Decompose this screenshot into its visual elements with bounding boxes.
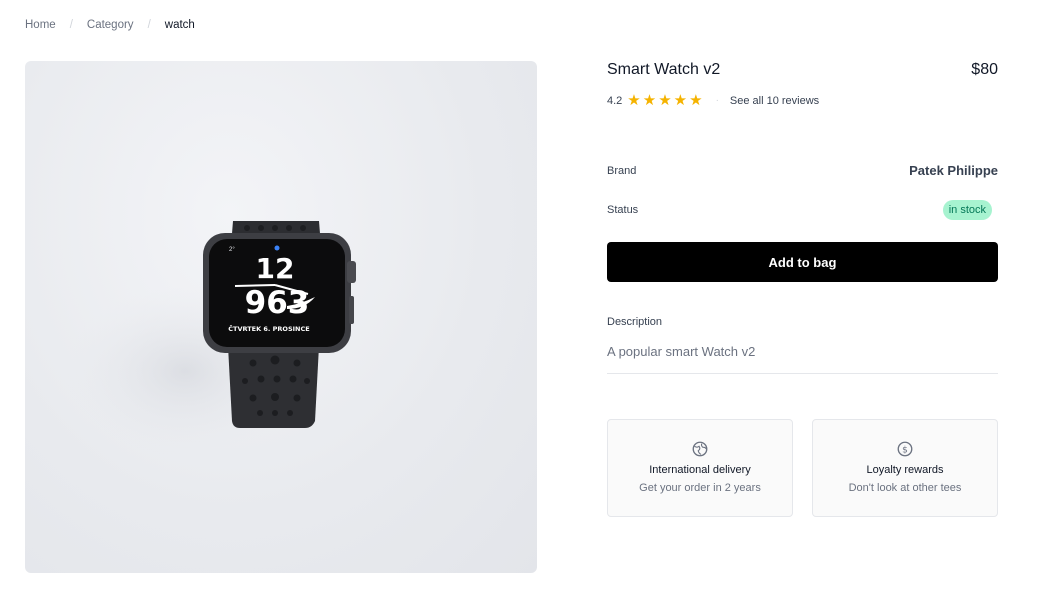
description-text: A popular smart Watch v2 bbox=[607, 344, 998, 374]
breadcrumb-home[interactable]: Home bbox=[25, 19, 56, 31]
globe-icon bbox=[692, 441, 708, 457]
feature-name: Loyalty rewards bbox=[866, 464, 944, 476]
star-icon: ★ bbox=[627, 92, 641, 109]
separator-dot: · bbox=[715, 95, 719, 106]
star-icon: ★ bbox=[642, 92, 657, 109]
product-image: 2° 12 963 ČTVRTEK 6. PROSINCE bbox=[25, 61, 537, 573]
watch-hours-mid: 963 bbox=[245, 285, 310, 321]
star-rating: ★ ★ ★ ★ ★ bbox=[627, 93, 702, 108]
add-to-bag-button[interactable]: Add to bag bbox=[607, 242, 998, 282]
status-row: Status in stock bbox=[607, 200, 998, 220]
status-label: Status bbox=[607, 204, 639, 216]
feature-card-delivery: International delivery Get your order in… bbox=[607, 419, 793, 517]
breadcrumb-category[interactable]: Category bbox=[87, 19, 134, 31]
feature-description: Don't look at other tees bbox=[848, 482, 962, 494]
breadcrumb-separator: / bbox=[147, 19, 151, 31]
smart-watch-photo: 2° 12 963 ČTVRTEK 6. PROSINCE bbox=[65, 221, 356, 456]
feature-card-loyalty: $ Loyalty rewards Don't look at other te… bbox=[812, 419, 998, 517]
title-row: Smart Watch v2 $80 bbox=[607, 61, 998, 79]
brand-value: Patek Philippe bbox=[909, 163, 998, 178]
product-details: Smart Watch v2 $80 4.2 ★ ★ ★ ★ ★ · See a… bbox=[607, 61, 998, 517]
rating-row: 4.2 ★ ★ ★ ★ ★ · See all 10 reviews bbox=[607, 93, 998, 108]
star-icon: ★ bbox=[673, 92, 688, 109]
svg-text:$: $ bbox=[902, 446, 908, 456]
rating-value: 4.2 bbox=[607, 94, 623, 107]
watch-date-text: ČTVRTEK 6. PROSINCE bbox=[228, 324, 309, 333]
star-icon: ★ bbox=[658, 92, 672, 109]
features: International delivery Get your order in… bbox=[607, 419, 998, 517]
product-title: Smart Watch v2 bbox=[607, 61, 721, 78]
dollar-circle-icon: $ bbox=[897, 441, 913, 457]
breadcrumb-separator: / bbox=[69, 19, 73, 31]
feature-name: International delivery bbox=[649, 464, 751, 476]
breadcrumb-current: watch bbox=[164, 19, 195, 31]
product-price: $80 bbox=[971, 61, 998, 78]
status-badge: in stock bbox=[942, 200, 992, 220]
complication-text: 2° bbox=[229, 247, 235, 253]
brand-label: Brand bbox=[607, 164, 637, 177]
feature-description: Get your order in 2 years bbox=[639, 482, 761, 494]
watch-hours-top: 12 bbox=[256, 252, 295, 285]
brand-row: Brand Patek Philippe bbox=[607, 163, 998, 178]
breadcrumb: Home / Category / watch bbox=[25, 19, 195, 31]
description-label: Description bbox=[607, 316, 663, 328]
star-icon: ★ bbox=[689, 92, 703, 109]
see-reviews-link[interactable]: See all 10 reviews bbox=[730, 95, 819, 107]
